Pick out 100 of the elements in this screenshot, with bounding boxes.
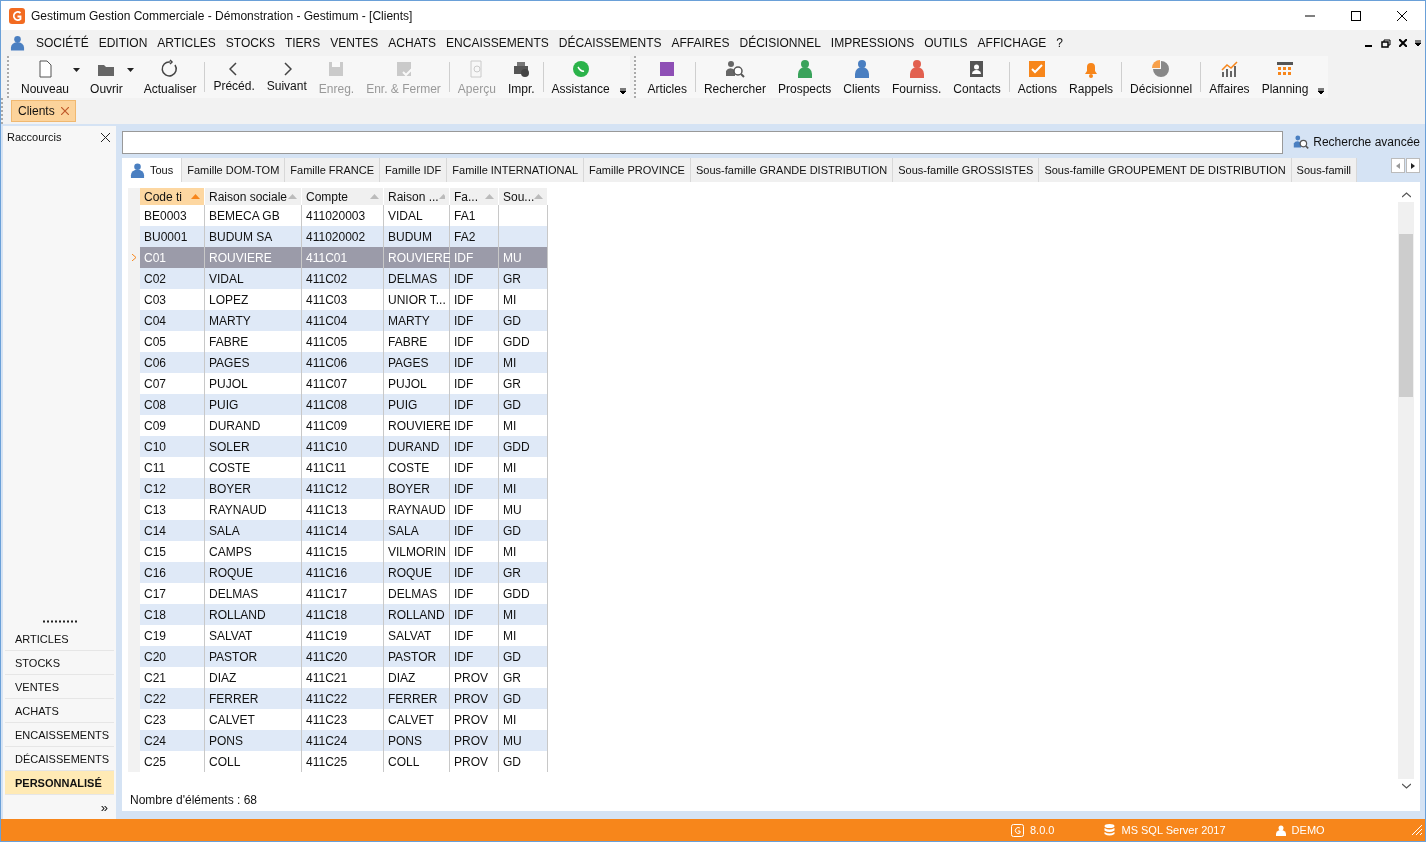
- restore-icon[interactable]: [1381, 38, 1391, 48]
- table-row[interactable]: C22 FERRER 411C22 FERRER PROV GD: [128, 688, 1398, 709]
- menu-item[interactable]: AFFAIRES: [666, 33, 735, 53]
- scrollbar-thumb[interactable]: [1399, 234, 1413, 397]
- column-header[interactable]: Code ti: [140, 188, 205, 205]
- toolbar-button[interactable]: Clients: [837, 57, 886, 97]
- table-cell: BUDUM: [384, 226, 450, 247]
- table-row[interactable]: C12 BOYER 411C12 BOYER IDF MI: [128, 478, 1398, 499]
- filter-tab[interactable]: Famille FRANCE: [285, 158, 381, 182]
- table-cell: PONS: [384, 730, 450, 751]
- menu-item[interactable]: ACHATS: [383, 33, 442, 53]
- filter-tab[interactable]: Sous-famill: [1291, 158, 1357, 182]
- table-cell: SALA: [205, 520, 302, 541]
- menu-item[interactable]: ARTICLES: [152, 33, 221, 53]
- toolbar-button[interactable]: Précéd.: [207, 57, 261, 97]
- search-field[interactable]: [122, 130, 1284, 154]
- chevron-left-icon: [229, 61, 240, 76]
- filter-tab[interactable]: Famille INTERNATIONAL: [447, 158, 584, 182]
- close-icon[interactable]: [101, 132, 110, 142]
- table-cell: IDF: [450, 646, 499, 667]
- table-cell: PAGES: [384, 352, 450, 373]
- table-row[interactable]: C25 COLL 411C25 COLL PROV GD: [128, 751, 1398, 772]
- column-header[interactable]: Raison sociale: [205, 188, 302, 205]
- toolbar-button[interactable]: Prospects: [771, 57, 838, 97]
- table-row[interactable]: C20 PASTOR 411C20 PASTOR IDF GD: [128, 646, 1398, 667]
- menu-item[interactable]: VENTES: [325, 33, 384, 53]
- table-row[interactable]: C24 PONS 411C24 PONS PROV MU: [128, 730, 1398, 751]
- toolbar-button[interactable]: Planning: [1255, 57, 1315, 97]
- user-label: DEMO: [1275, 824, 1325, 836]
- table-row[interactable]: C14 SALA 411C14 SALA IDF GD: [128, 520, 1398, 541]
- table-row[interactable]: C18 ROLLAND 411C18 ROLLAND IDF MI: [128, 604, 1398, 625]
- table-cell: ROLLAND: [384, 604, 450, 625]
- column-header[interactable]: Raison ...: [384, 188, 450, 205]
- toolbar-button[interactable]: Contacts: [947, 57, 1007, 97]
- table-row[interactable]: C16 ROQUE 411C16 ROQUE IDF GR: [128, 562, 1398, 583]
- menu-item[interactable]: DÉCISIONNEL: [734, 33, 826, 53]
- shortcut-item[interactable]: PERSONNALISÉ: [5, 771, 114, 795]
- dropdown-arrow-icon[interactable]: [73, 68, 81, 72]
- menu-item[interactable]: AFFICHAGE: [972, 33, 1052, 53]
- table-cell: C20: [140, 646, 205, 667]
- row-header: [128, 188, 140, 205]
- table-row[interactable]: C04 MARTY 411C04 MARTY IDF GD: [128, 310, 1398, 331]
- filter-tab[interactable]: Tous: [122, 158, 183, 182]
- table-cell: IDF: [450, 247, 499, 268]
- resize-grip-icon[interactable]: [1411, 824, 1423, 836]
- toolbar-button[interactable]: Suivant: [260, 57, 313, 97]
- toolbar-button[interactable]: Fourniss.: [886, 57, 948, 97]
- toolbar-button[interactable]: Rappels: [1063, 57, 1120, 97]
- scroll-right-button[interactable]: [1406, 158, 1420, 173]
- toolbar-button[interactable]: Articles: [641, 57, 693, 97]
- filter-tab[interactable]: Famille IDF: [380, 158, 448, 182]
- toolbar-button[interactable]: Assistance: [545, 57, 616, 97]
- overflow-icon[interactable]: [1318, 88, 1325, 94]
- table-cell: COLL: [205, 751, 302, 772]
- toolbar-button[interactable]: Décisionnel: [1124, 57, 1199, 97]
- menu-item[interactable]: ENCAISSEMENTS: [441, 33, 554, 53]
- overflow-icon[interactable]: [1415, 40, 1421, 46]
- dropdown-arrow-icon[interactable]: [126, 68, 134, 72]
- advanced-search-button[interactable]: Recherche avancée: [1293, 134, 1420, 150]
- menu-item[interactable]: ?: [1051, 33, 1068, 53]
- filter-tab[interactable]: Sous-famille GROUPEMENT DE DISTRIBUTION: [1039, 158, 1292, 182]
- more-button[interactable]: »: [100, 795, 108, 819]
- menu-item[interactable]: IMPRESSIONS: [825, 33, 920, 53]
- toolbar-button[interactable]: Impr.: [501, 57, 541, 97]
- table-row[interactable]: C02 VIDAL 411C02 DELMAS IDF GR: [128, 268, 1398, 289]
- menu-item[interactable]: TIERS: [279, 33, 326, 53]
- table-cell: 411C24: [302, 730, 384, 751]
- table-cell: C18: [140, 604, 205, 625]
- menu-item[interactable]: DÉCAISSEMENTS: [553, 33, 667, 53]
- filter-tab[interactable]: Famille PROVINCE: [584, 158, 691, 182]
- column-header[interactable]: Fa...: [450, 188, 499, 205]
- table-cell: BUDUM SA: [205, 226, 302, 247]
- scroll-down-icon[interactable]: [1401, 783, 1411, 789]
- toolbar-button[interactable]: Affaires: [1203, 57, 1256, 97]
- filter-tab[interactable]: Sous-famille GROSSISTES: [893, 158, 1040, 182]
- menu-item[interactable]: OUTILS: [919, 33, 973, 53]
- filter-tab[interactable]: Famille DOM-TOM: [182, 158, 286, 182]
- table-row[interactable]: C10 SOLER 411C10 DURAND IDF GDD: [128, 436, 1398, 457]
- table-cell: FERRER: [384, 688, 450, 709]
- menu-item[interactable]: EDITION: [93, 33, 153, 53]
- table-row[interactable]: C08 PUIG 411C08 PUIG IDF GD: [128, 394, 1398, 415]
- document-tab[interactable]: Clients: [11, 100, 76, 122]
- table-cell: 411020002: [302, 226, 384, 247]
- toolbar-button[interactable]: Nouveau: [15, 57, 76, 97]
- menu-item[interactable]: STOCKS: [220, 33, 280, 53]
- row-header[interactable]: [128, 751, 140, 772]
- column-header[interactable]: Compte: [302, 188, 384, 205]
- table-row[interactable]: C06 PAGES 411C06 PAGES IDF MI: [128, 352, 1398, 373]
- filter-tab[interactable]: Sous-famille GRANDE DISTRIBUTION: [690, 158, 894, 182]
- scroll-up-icon[interactable]: [1401, 192, 1411, 198]
- table-row[interactable]: BU0001 BUDUM SA 411020002 BUDUM FA2: [128, 226, 1398, 247]
- menu-item[interactable]: SOCIÉTÉ: [31, 33, 94, 53]
- toolbar-button[interactable]: Rechercher: [697, 57, 772, 97]
- splitter-grip-icon[interactable]: [41, 620, 78, 623]
- overflow-icon[interactable]: [619, 88, 626, 94]
- column-header[interactable]: Sou...: [499, 188, 548, 205]
- toolbar-button[interactable]: Ouvrir: [84, 57, 129, 97]
- toolbar-button[interactable]: Actualiser: [137, 57, 203, 97]
- close-icon[interactable]: [1399, 39, 1407, 47]
- toolbar-button[interactable]: Actions: [1011, 57, 1064, 97]
